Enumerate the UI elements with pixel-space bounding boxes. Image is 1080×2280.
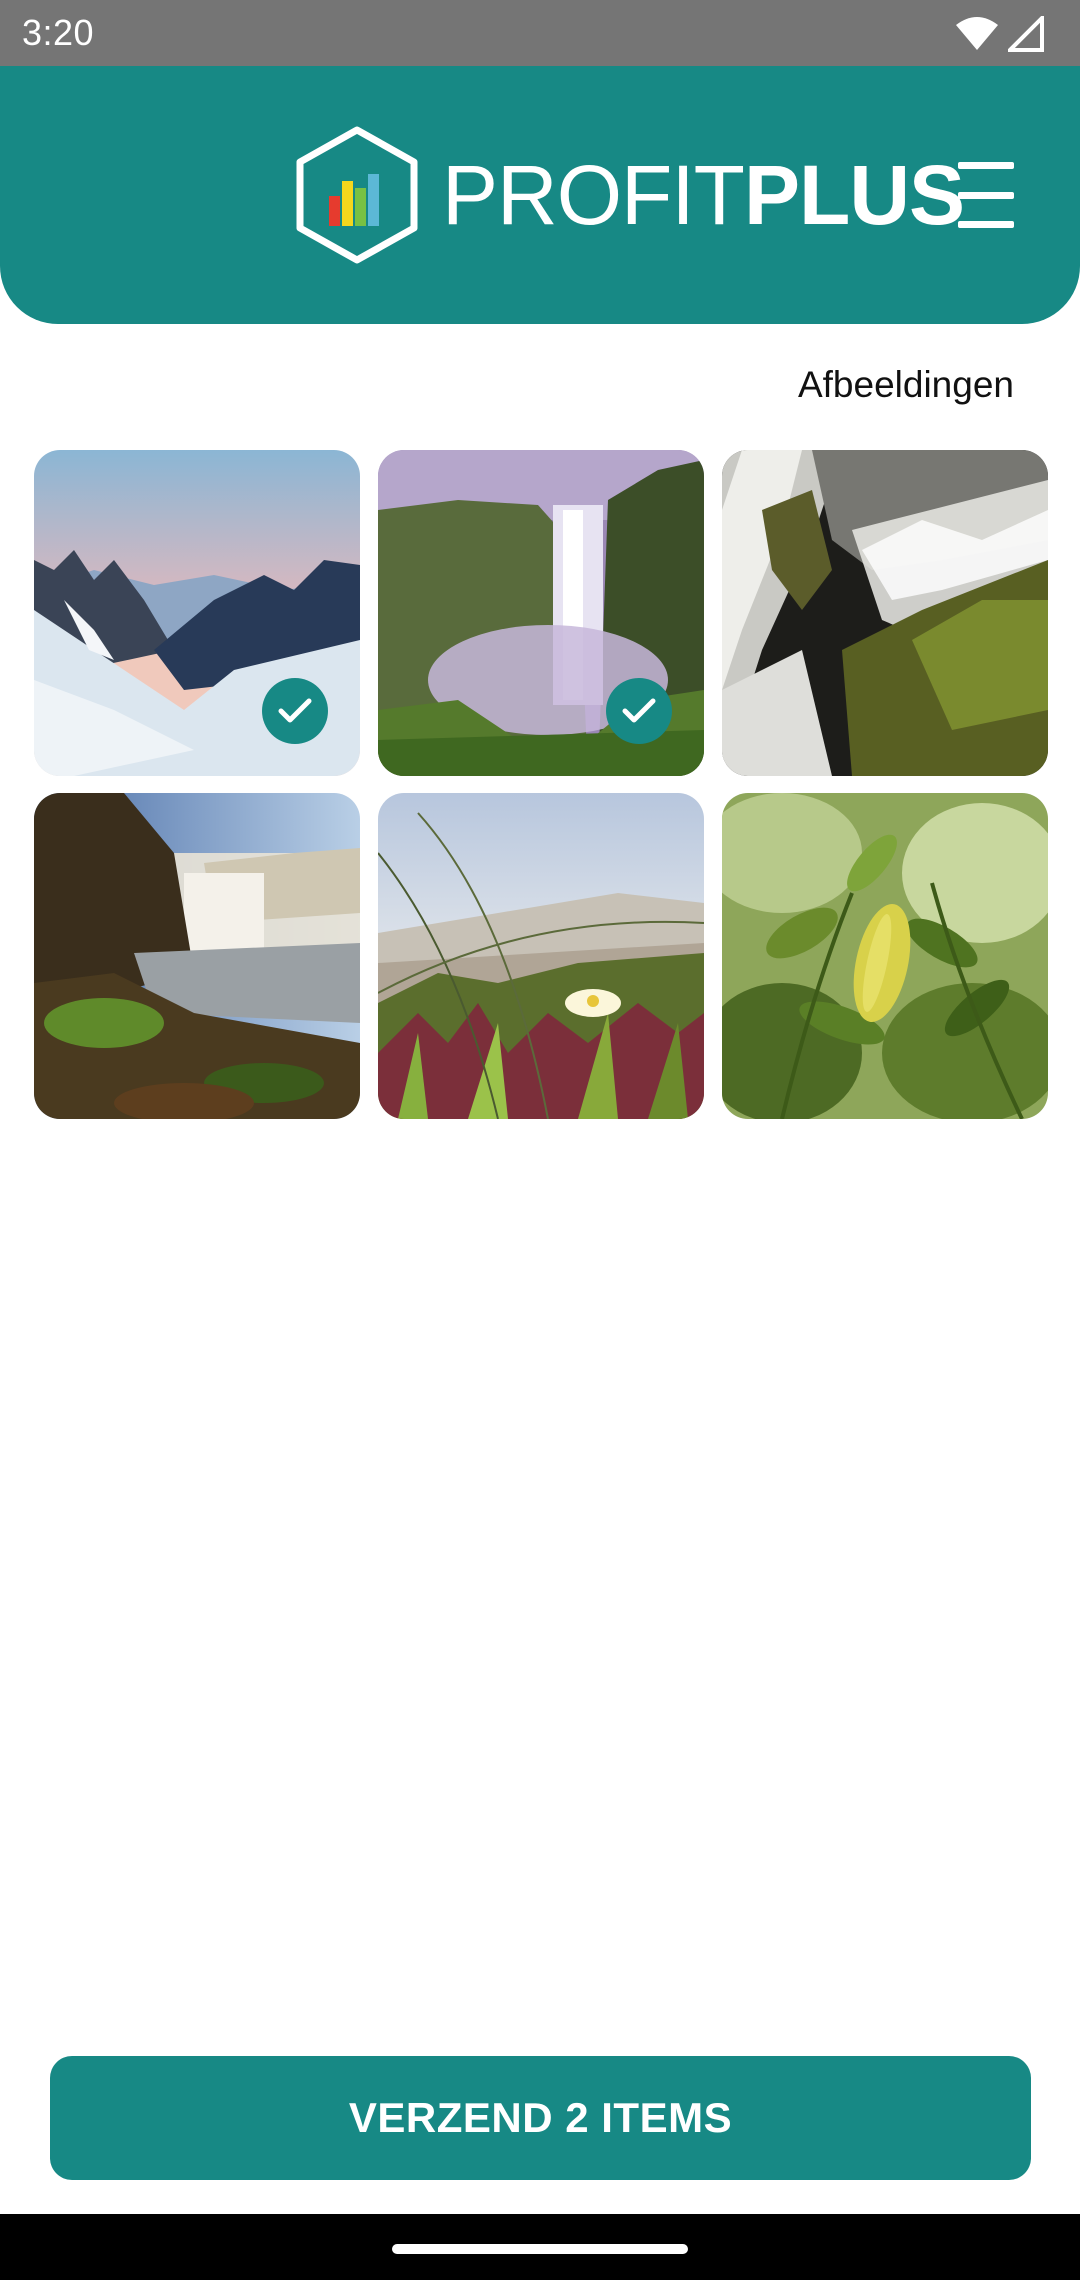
page-title: Afbeeldingen (797, 364, 1014, 405)
image-yellow-leaf (722, 793, 1048, 1119)
cell-signal-icon (1008, 16, 1044, 52)
image-tile-yellow-leaf[interactable] (722, 793, 1048, 1119)
image-tile-waterfall-valley[interactable] (378, 450, 704, 776)
status-bar: 3:20 (0, 0, 1080, 66)
profitplus-logo[interactable]: PROFITPLUS (294, 126, 965, 264)
send-items-button[interactable]: VERZEND 2 ITEMS (50, 2056, 1031, 2180)
logo-text: PROFITPLUS (442, 153, 965, 237)
image-waterfall-rocks (722, 450, 1048, 776)
bar-chart-hexagon-icon (296, 126, 418, 264)
image-tile-misty-waterfall[interactable] (34, 793, 360, 1119)
image-grid (34, 450, 1048, 1119)
image-tile-waterfall-rocks[interactable] (722, 450, 1048, 776)
screen: 3:20 PROFITPLUS Afbeeldingen VERZEND 2 I… (0, 0, 1080, 2280)
image-tile-mountains[interactable] (34, 450, 360, 776)
hamburger-menu-icon[interactable] (948, 162, 1026, 228)
app-header: PROFITPLUS (0, 66, 1080, 324)
navigation-bar (0, 2214, 1080, 2280)
logo-text-plus: PLUS (744, 148, 965, 242)
selected-check-icon (262, 678, 328, 744)
selected-check-icon (606, 678, 672, 744)
image-tile-flower-grass[interactable] (378, 793, 704, 1119)
status-time: 3:20 (22, 12, 95, 53)
image-misty-waterfall (34, 793, 360, 1119)
logo-text-profit: PROFIT (442, 148, 745, 242)
home-gesture-handle[interactable] (392, 2244, 688, 2254)
wifi-icon (956, 17, 998, 50)
status-icons (956, 14, 1044, 54)
image-flower-grass (378, 793, 704, 1119)
